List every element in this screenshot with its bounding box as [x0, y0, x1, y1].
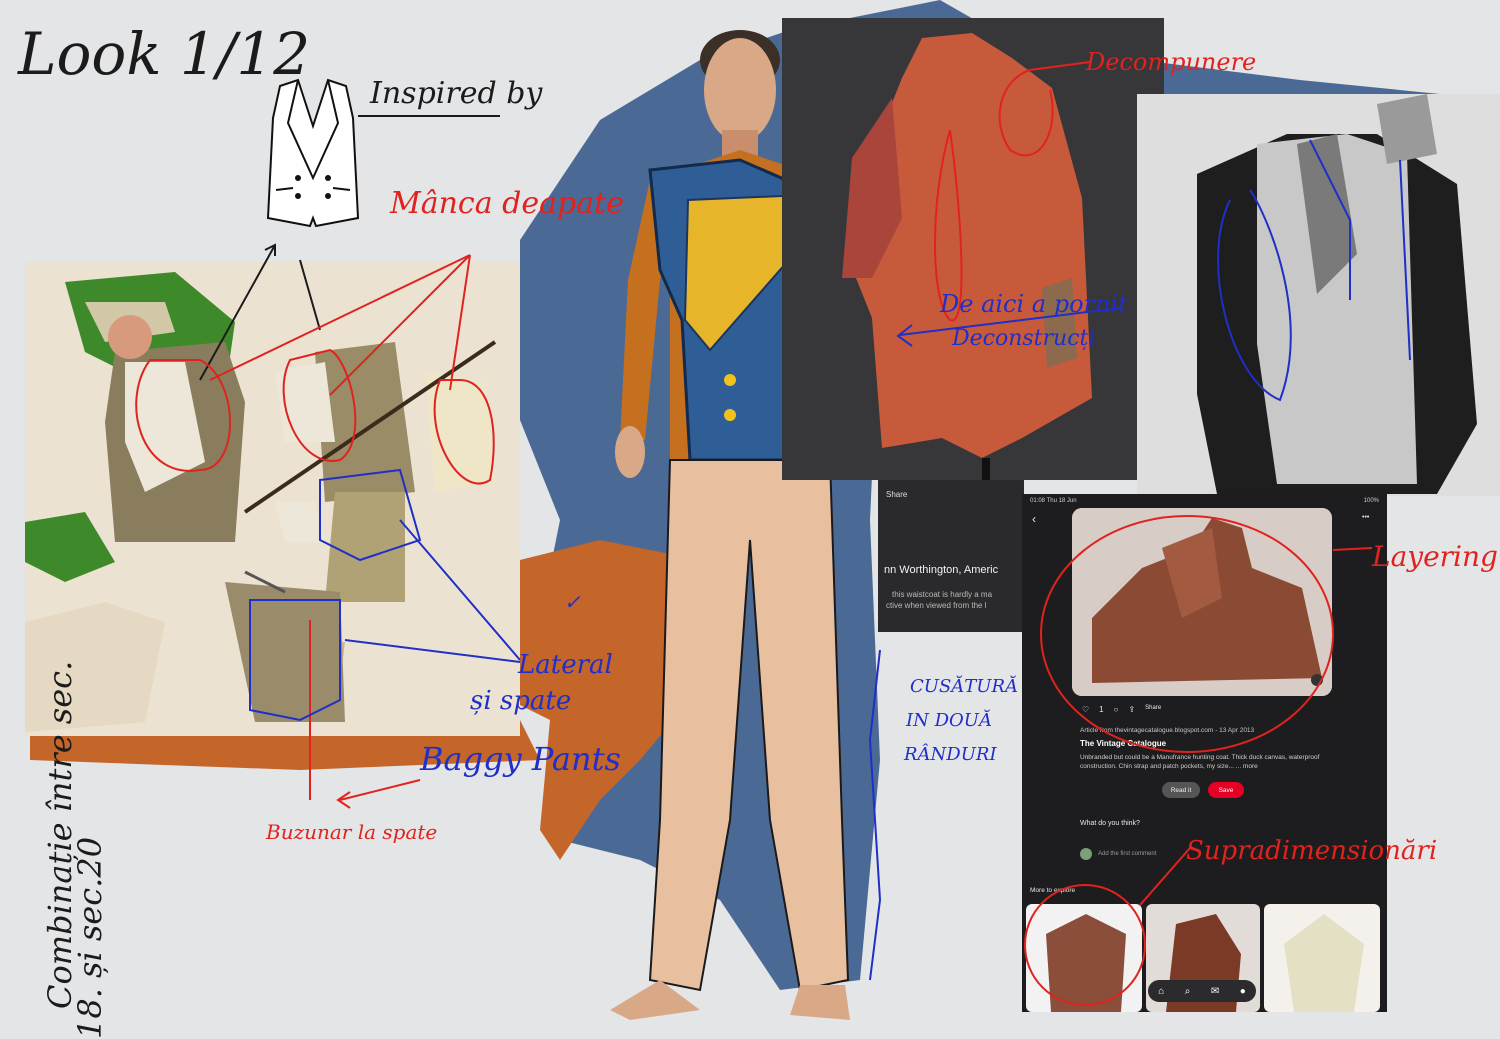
- deconstruct-note: Decompunere: [1086, 48, 1257, 76]
- annotation-lines: [135, 61, 1411, 1006]
- baggy-pants-note: Baggy Pants: [420, 740, 621, 778]
- seam-note-line-3: RÂNDURI: [904, 744, 997, 765]
- layering-note: Layering: [1372, 540, 1498, 573]
- check-mark: ✓: [564, 590, 581, 614]
- look-number: Look 1/12: [18, 20, 311, 88]
- seam-note-line-1: CUSĂTURĂ: [910, 676, 1018, 697]
- back-pocket-note: Buzunar la spate: [266, 820, 438, 844]
- seam-note-line-2: IN DOUĂ: [906, 710, 992, 731]
- from-here-note: De aici a pornit: [940, 290, 1128, 318]
- sleeve-note: Mânca deapate: [390, 186, 624, 221]
- lateral-note: Lateral: [518, 650, 613, 680]
- inspired-by-note: Inspired by: [370, 76, 543, 111]
- combination-note-line-2: 18. și sec.20: [71, 836, 109, 1039]
- oversizing-note: Supradimensionări: [1186, 836, 1438, 866]
- si-spate-note: și spate: [470, 686, 572, 716]
- deconstructions-note: Deconstrucți: [952, 326, 1096, 351]
